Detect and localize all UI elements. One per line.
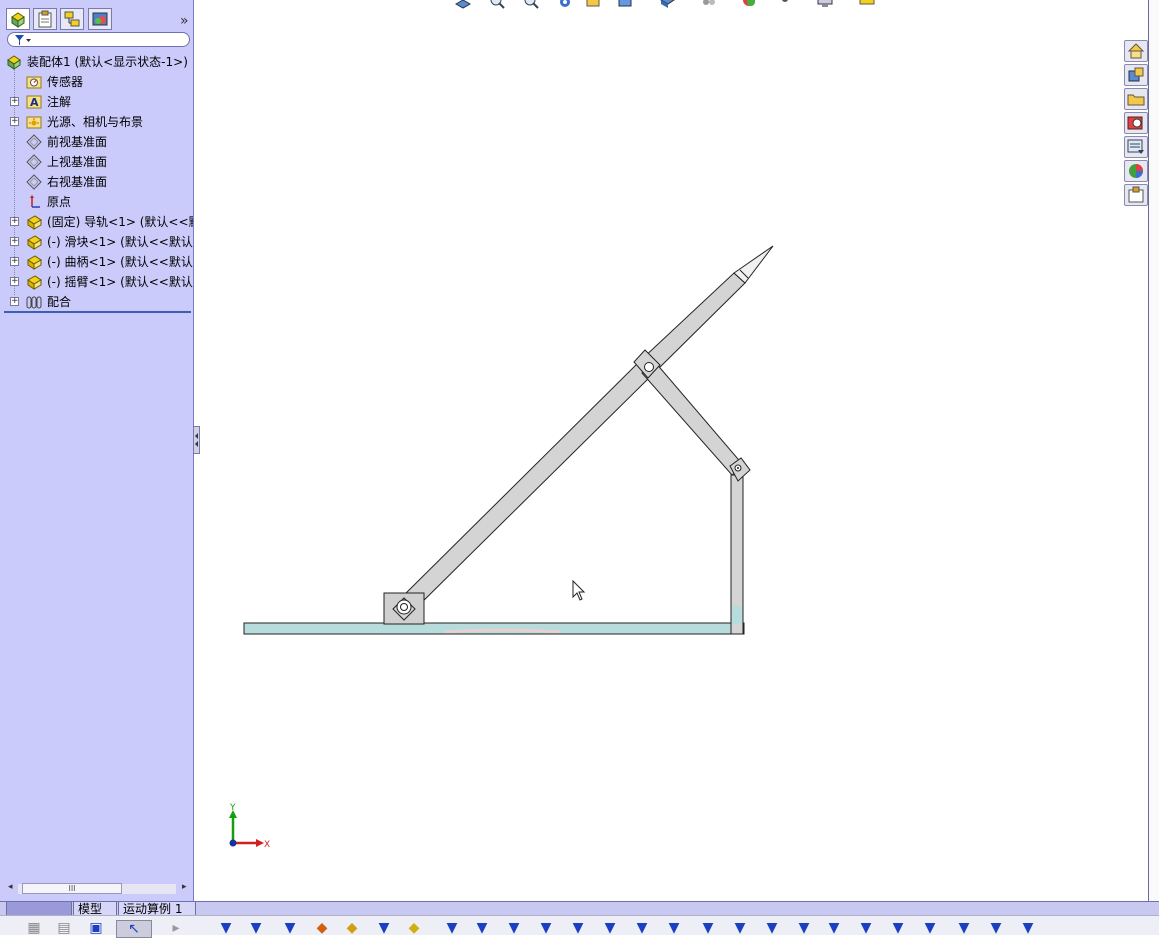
- triad-x-label: X: [264, 840, 270, 850]
- previous-view-icon[interactable]: [522, 0, 540, 10]
- dynamic-annotation-icon[interactable]: [584, 0, 602, 10]
- file-explorer-button[interactable]: [1124, 88, 1148, 110]
- view-orientation-icon[interactable]: [616, 0, 634, 10]
- rocker-link[interactable]: [641, 361, 745, 476]
- triad-y-label: Y: [229, 803, 236, 813]
- reference-triad: Y X: [229, 803, 270, 850]
- appearances-icon: [1127, 139, 1144, 154]
- view-heads-up-toolbar: [450, 0, 890, 10]
- rocker-tip[interactable]: [733, 245, 774, 284]
- hide-show-icon[interactable]: [700, 0, 718, 10]
- appearances-button[interactable]: [1124, 136, 1148, 158]
- task-pane-tabs: [1124, 40, 1150, 210]
- solidworks-resources-button[interactable]: [1124, 40, 1148, 62]
- crank-link[interactable]: [396, 359, 655, 615]
- display-style-icon[interactable]: [658, 0, 676, 10]
- render-tools-icon[interactable]: [858, 0, 876, 10]
- bottom-tab-bar: 模型 运动算例 1: [0, 901, 1159, 916]
- apply-scene-icon[interactable]: [776, 0, 794, 10]
- design-library-button[interactable]: [1124, 64, 1148, 86]
- zoom-to-fit-icon[interactable]: [454, 0, 472, 10]
- slider-pin-inner: [400, 603, 408, 611]
- custom-properties-icon: [1128, 186, 1144, 203]
- section-view-icon[interactable]: [556, 0, 574, 10]
- top-pin[interactable]: [644, 362, 654, 372]
- rail-corner-shade: [732, 606, 742, 624]
- view-palette-button[interactable]: [1124, 112, 1148, 134]
- view-palette-icon: [1127, 116, 1143, 130]
- tab-motion-study[interactable]: 运动算例 1: [118, 902, 196, 916]
- mouse-cursor-icon: [572, 579, 586, 601]
- select-tool-icon[interactable]: ↖: [116, 920, 152, 938]
- rail-part[interactable]: [243, 622, 745, 635]
- edit-appearance-icon[interactable]: [740, 0, 758, 10]
- graphics-area[interactable]: Y X: [0, 0, 1159, 934]
- scenes-button[interactable]: [1124, 160, 1148, 182]
- design-library-icon: [1128, 67, 1144, 82]
- right-pin-center: [737, 467, 739, 469]
- tab-placeholder[interactable]: [6, 902, 72, 916]
- tab-model[interactable]: 模型: [73, 902, 117, 916]
- color-ball-icon: [1129, 164, 1143, 178]
- folder-icon: [1127, 94, 1145, 106]
- rocker-arm-upper[interactable]: [640, 272, 746, 374]
- custom-properties-button[interactable]: [1124, 184, 1148, 206]
- window-right-edge: [1148, 0, 1159, 934]
- view-settings-icon[interactable]: [816, 0, 834, 10]
- motion-study-toolbar: ▦ ▤ ▣ ↖ ▸ ▼ ▼ ▼ ◆ ◆ ▼ ◆ ▼ ▼ ▼ ▼ ▼ ▼ ▼ ▼ …: [0, 915, 1159, 938]
- home-icon: [1127, 43, 1145, 59]
- zoom-area-icon[interactable]: [488, 0, 506, 10]
